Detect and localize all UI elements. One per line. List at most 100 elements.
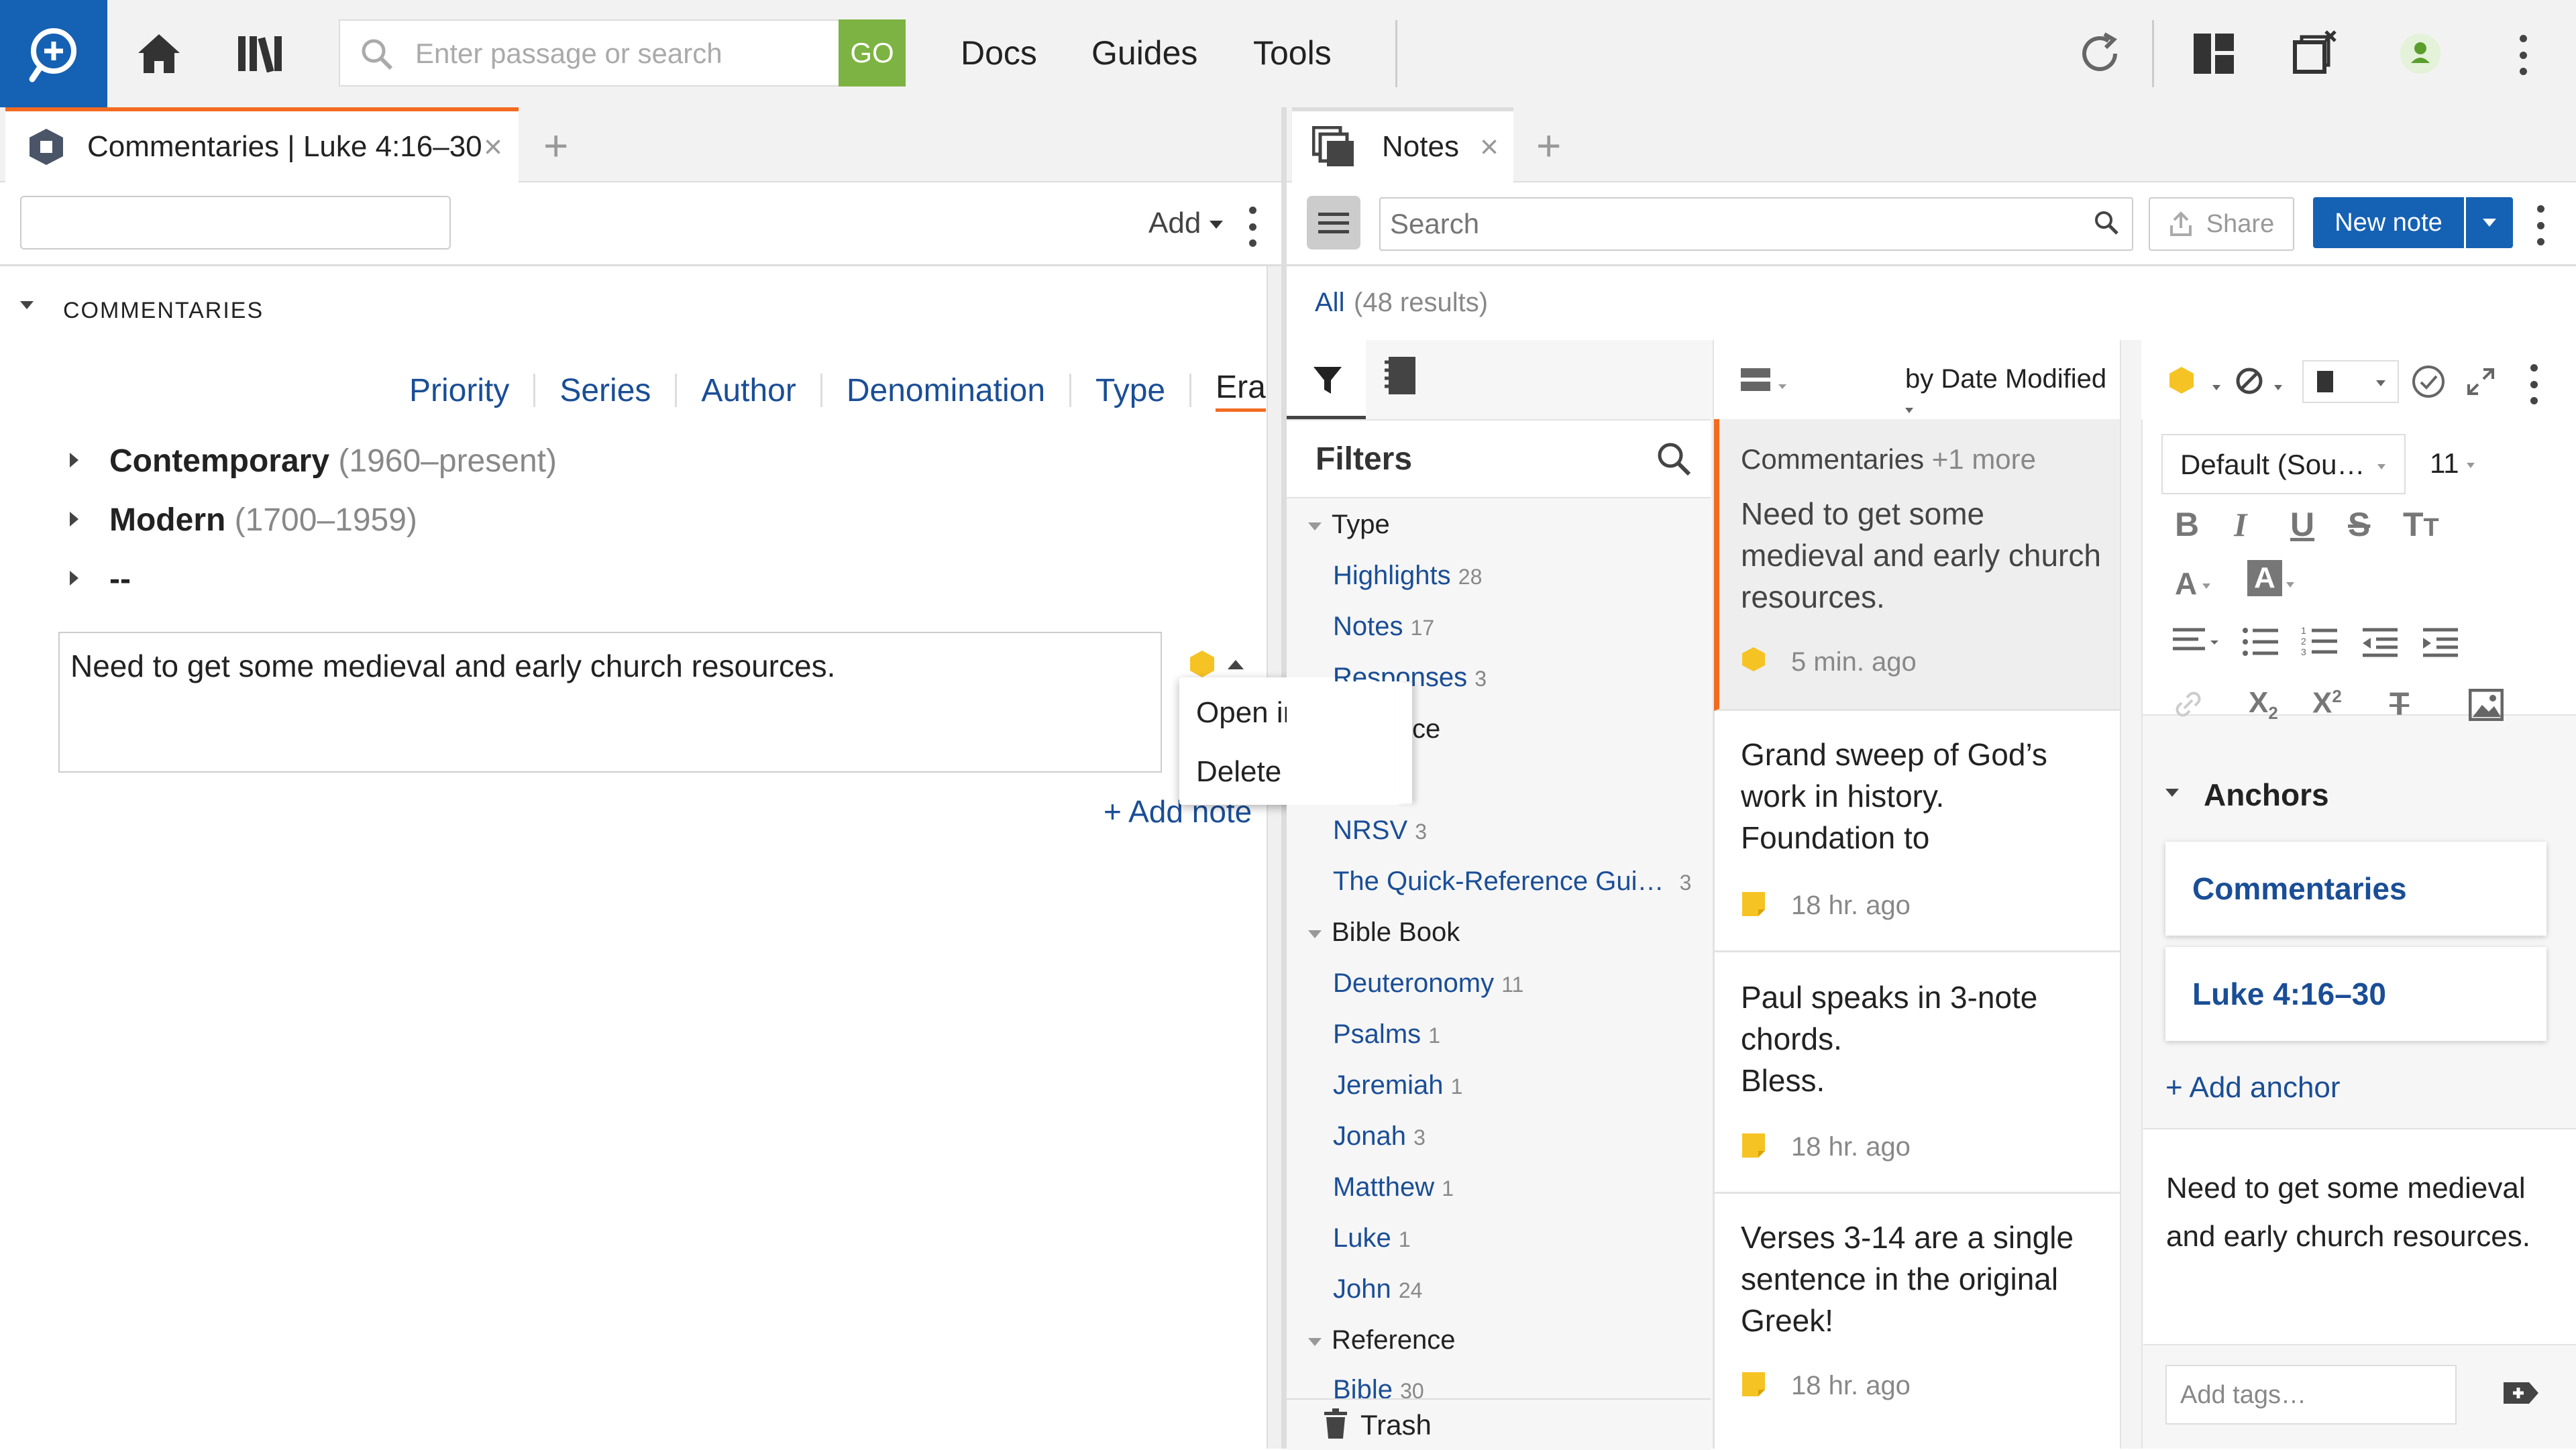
bible-book-group-toggle[interactable] xyxy=(1308,930,1322,942)
font-size-selector[interactable]: 11 xyxy=(2430,447,2475,480)
note-marker-icon[interactable] xyxy=(1189,649,1216,679)
layouts-icon[interactable] xyxy=(2187,27,2241,80)
section-toggle[interactable] xyxy=(20,300,34,313)
new-note-button[interactable]: New note xyxy=(2313,197,2464,248)
sidebar-toggle-icon[interactable] xyxy=(1307,196,1360,249)
filter-group-type[interactable]: Type xyxy=(1332,510,1390,540)
note-card[interactable]: Verses 3-14 are a single sentence in the… xyxy=(1714,1194,2120,1449)
indent-icon[interactable] xyxy=(2422,627,2459,658)
inline-note-editor[interactable]: Need to get some medieval and early chur… xyxy=(58,632,1162,773)
main-menu-icon[interactable] xyxy=(2520,35,2528,75)
sort-tab-priority[interactable]: Priority xyxy=(409,372,509,409)
highlight-color-icon[interactable]: A xyxy=(2247,560,2282,596)
panel-menu-icon[interactable] xyxy=(1249,207,1257,247)
sort-tab-denomination[interactable]: Denomination xyxy=(847,372,1045,409)
note-body-text[interactable]: Need to get some medieval and early chur… xyxy=(2166,1164,2556,1261)
superscript-icon[interactable]: X2 xyxy=(2312,686,2342,720)
filter-highlights[interactable]: Highlights 28 xyxy=(1333,561,1482,591)
tab-commentaries[interactable]: Commentaries | Luke 4:16–30 × xyxy=(5,107,519,182)
guides-menu[interactable]: Guides xyxy=(1091,34,1197,72)
filter-bible[interactable]: Bible 30 xyxy=(1333,1375,1424,1399)
filter-notes[interactable]: Notes 17 xyxy=(1333,612,1434,642)
text-size-icon[interactable]: TT xyxy=(2403,505,2439,544)
filter-matthew[interactable]: Matthew 1 xyxy=(1333,1172,1454,1203)
new-note-dropdown[interactable] xyxy=(2466,197,2513,248)
expand-modern[interactable] xyxy=(70,512,78,530)
expand-unknown-era[interactable] xyxy=(70,571,78,589)
sort-dropdown[interactable]: by Date Modified xyxy=(1905,364,2120,425)
notes-menu-icon[interactable] xyxy=(2537,205,2545,245)
anchors-toggle[interactable] xyxy=(2165,788,2179,800)
italic-icon[interactable]: I xyxy=(2234,505,2247,544)
strikethrough-icon[interactable]: S xyxy=(2348,505,2370,544)
anchor-card-commentaries[interactable]: Commentaries xyxy=(2165,842,2546,936)
reference-group-toggle[interactable] xyxy=(1308,1337,1322,1349)
logos-logo[interactable] xyxy=(0,0,107,107)
add-tab-icon[interactable]: + xyxy=(543,121,568,170)
tags-input[interactable]: Add tags… xyxy=(2165,1365,2457,1425)
filter-luke[interactable]: Luke 1 xyxy=(1333,1223,1411,1253)
notebook-selector[interactable] xyxy=(2302,360,2399,403)
filter-deuteronomy[interactable]: Deuteronomy 11 xyxy=(1333,968,1523,999)
add-tag-icon[interactable] xyxy=(2502,1378,2540,1408)
no-style-icon[interactable] xyxy=(2235,367,2263,395)
bold-icon[interactable]: B xyxy=(2175,505,2199,544)
expand-contemporary[interactable] xyxy=(70,453,78,471)
era-unknown[interactable]: -- xyxy=(109,561,131,598)
check-icon[interactable] xyxy=(2411,364,2446,399)
trash-row[interactable]: Trash xyxy=(1287,1398,1711,1450)
sort-tab-author[interactable]: Author xyxy=(701,372,796,409)
filter-quick-reference[interactable]: The Quick-Reference Gui… 3 xyxy=(1333,867,1695,897)
sort-tab-era[interactable]: Era xyxy=(1216,369,1266,412)
close-panels-icon[interactable] xyxy=(2288,27,2341,80)
bullet-list-icon[interactable] xyxy=(2242,627,2279,658)
sort-tab-type[interactable]: Type xyxy=(1095,372,1165,409)
left-scrollbar[interactable] xyxy=(1267,266,1283,1449)
notes-search-input[interactable] xyxy=(1389,203,2062,245)
tab-notes[interactable]: Notes × xyxy=(1292,107,1513,182)
expand-icon[interactable] xyxy=(2466,367,2496,396)
era-modern[interactable]: Modern (1700–1959) xyxy=(109,502,417,539)
note-body-editor[interactable]: Need to get some medieval and early chur… xyxy=(2143,1128,2576,1345)
list-scrollbar[interactable] xyxy=(2120,340,2143,1449)
numbered-list-icon[interactable]: 123 xyxy=(2301,624,2339,658)
view-mode-icon[interactable] xyxy=(1739,367,1773,394)
underline-icon[interactable]: U xyxy=(2290,505,2314,544)
share-button[interactable]: Share xyxy=(2149,197,2294,251)
outdent-icon[interactable] xyxy=(2361,627,2399,658)
filter-nrsv[interactable]: NRSV 3 xyxy=(1333,816,1427,846)
filter-tab[interactable] xyxy=(1287,340,1366,419)
align-icon[interactable] xyxy=(2171,627,2220,658)
note-card[interactable]: Paul speaks in 3-note chords. Bless. 18 … xyxy=(1714,952,2120,1194)
close-tab-icon[interactable]: × xyxy=(1480,129,1499,166)
filter-john[interactable]: John 24 xyxy=(1333,1274,1422,1304)
filter-jonah[interactable]: Jonah 3 xyxy=(1333,1121,1426,1152)
clear-format-icon[interactable]: T xyxy=(2390,686,2409,723)
filter-group-bible-book[interactable]: Bible Book xyxy=(1332,917,1460,948)
tools-menu[interactable]: Tools xyxy=(1253,34,1332,72)
filter-psalms[interactable]: Psalms 1 xyxy=(1333,1019,1440,1050)
add-anchor-link[interactable]: + Add anchor xyxy=(2165,1071,2341,1105)
delete-item[interactable]: Delete xyxy=(1196,755,1281,789)
docs-menu[interactable]: Docs xyxy=(961,34,1037,72)
results-all-link[interactable]: All xyxy=(1315,288,1344,318)
anchor-card-luke[interactable]: Luke 4:16–30 xyxy=(2165,947,2546,1041)
type-group-toggle[interactable] xyxy=(1308,522,1322,534)
go-button[interactable]: GO xyxy=(839,19,906,87)
sync-icon[interactable] xyxy=(2073,27,2127,80)
notes-search-box[interactable] xyxy=(1379,197,2133,251)
add-dropdown[interactable]: Add xyxy=(1148,207,1223,240)
find-input[interactable] xyxy=(20,196,451,249)
font-color-icon[interactable]: A xyxy=(2175,565,2211,602)
filter-jeremiah[interactable]: Jeremiah 1 xyxy=(1333,1070,1462,1101)
add-tab-icon[interactable]: + xyxy=(1536,121,1561,170)
close-tab-icon[interactable]: × xyxy=(484,129,502,166)
highlight-style-icon[interactable] xyxy=(2168,366,2195,395)
account-icon[interactable] xyxy=(2394,27,2447,80)
home-icon[interactable] xyxy=(132,27,186,80)
sort-tab-series[interactable]: Series xyxy=(559,372,651,409)
note-menu-toggle[interactable] xyxy=(1228,660,1244,669)
note-card[interactable]: Commentaries +1 more Need to get some me… xyxy=(1714,419,2120,711)
editor-menu-icon[interactable] xyxy=(2530,364,2538,404)
passage-search-box[interactable]: GO xyxy=(339,19,906,87)
